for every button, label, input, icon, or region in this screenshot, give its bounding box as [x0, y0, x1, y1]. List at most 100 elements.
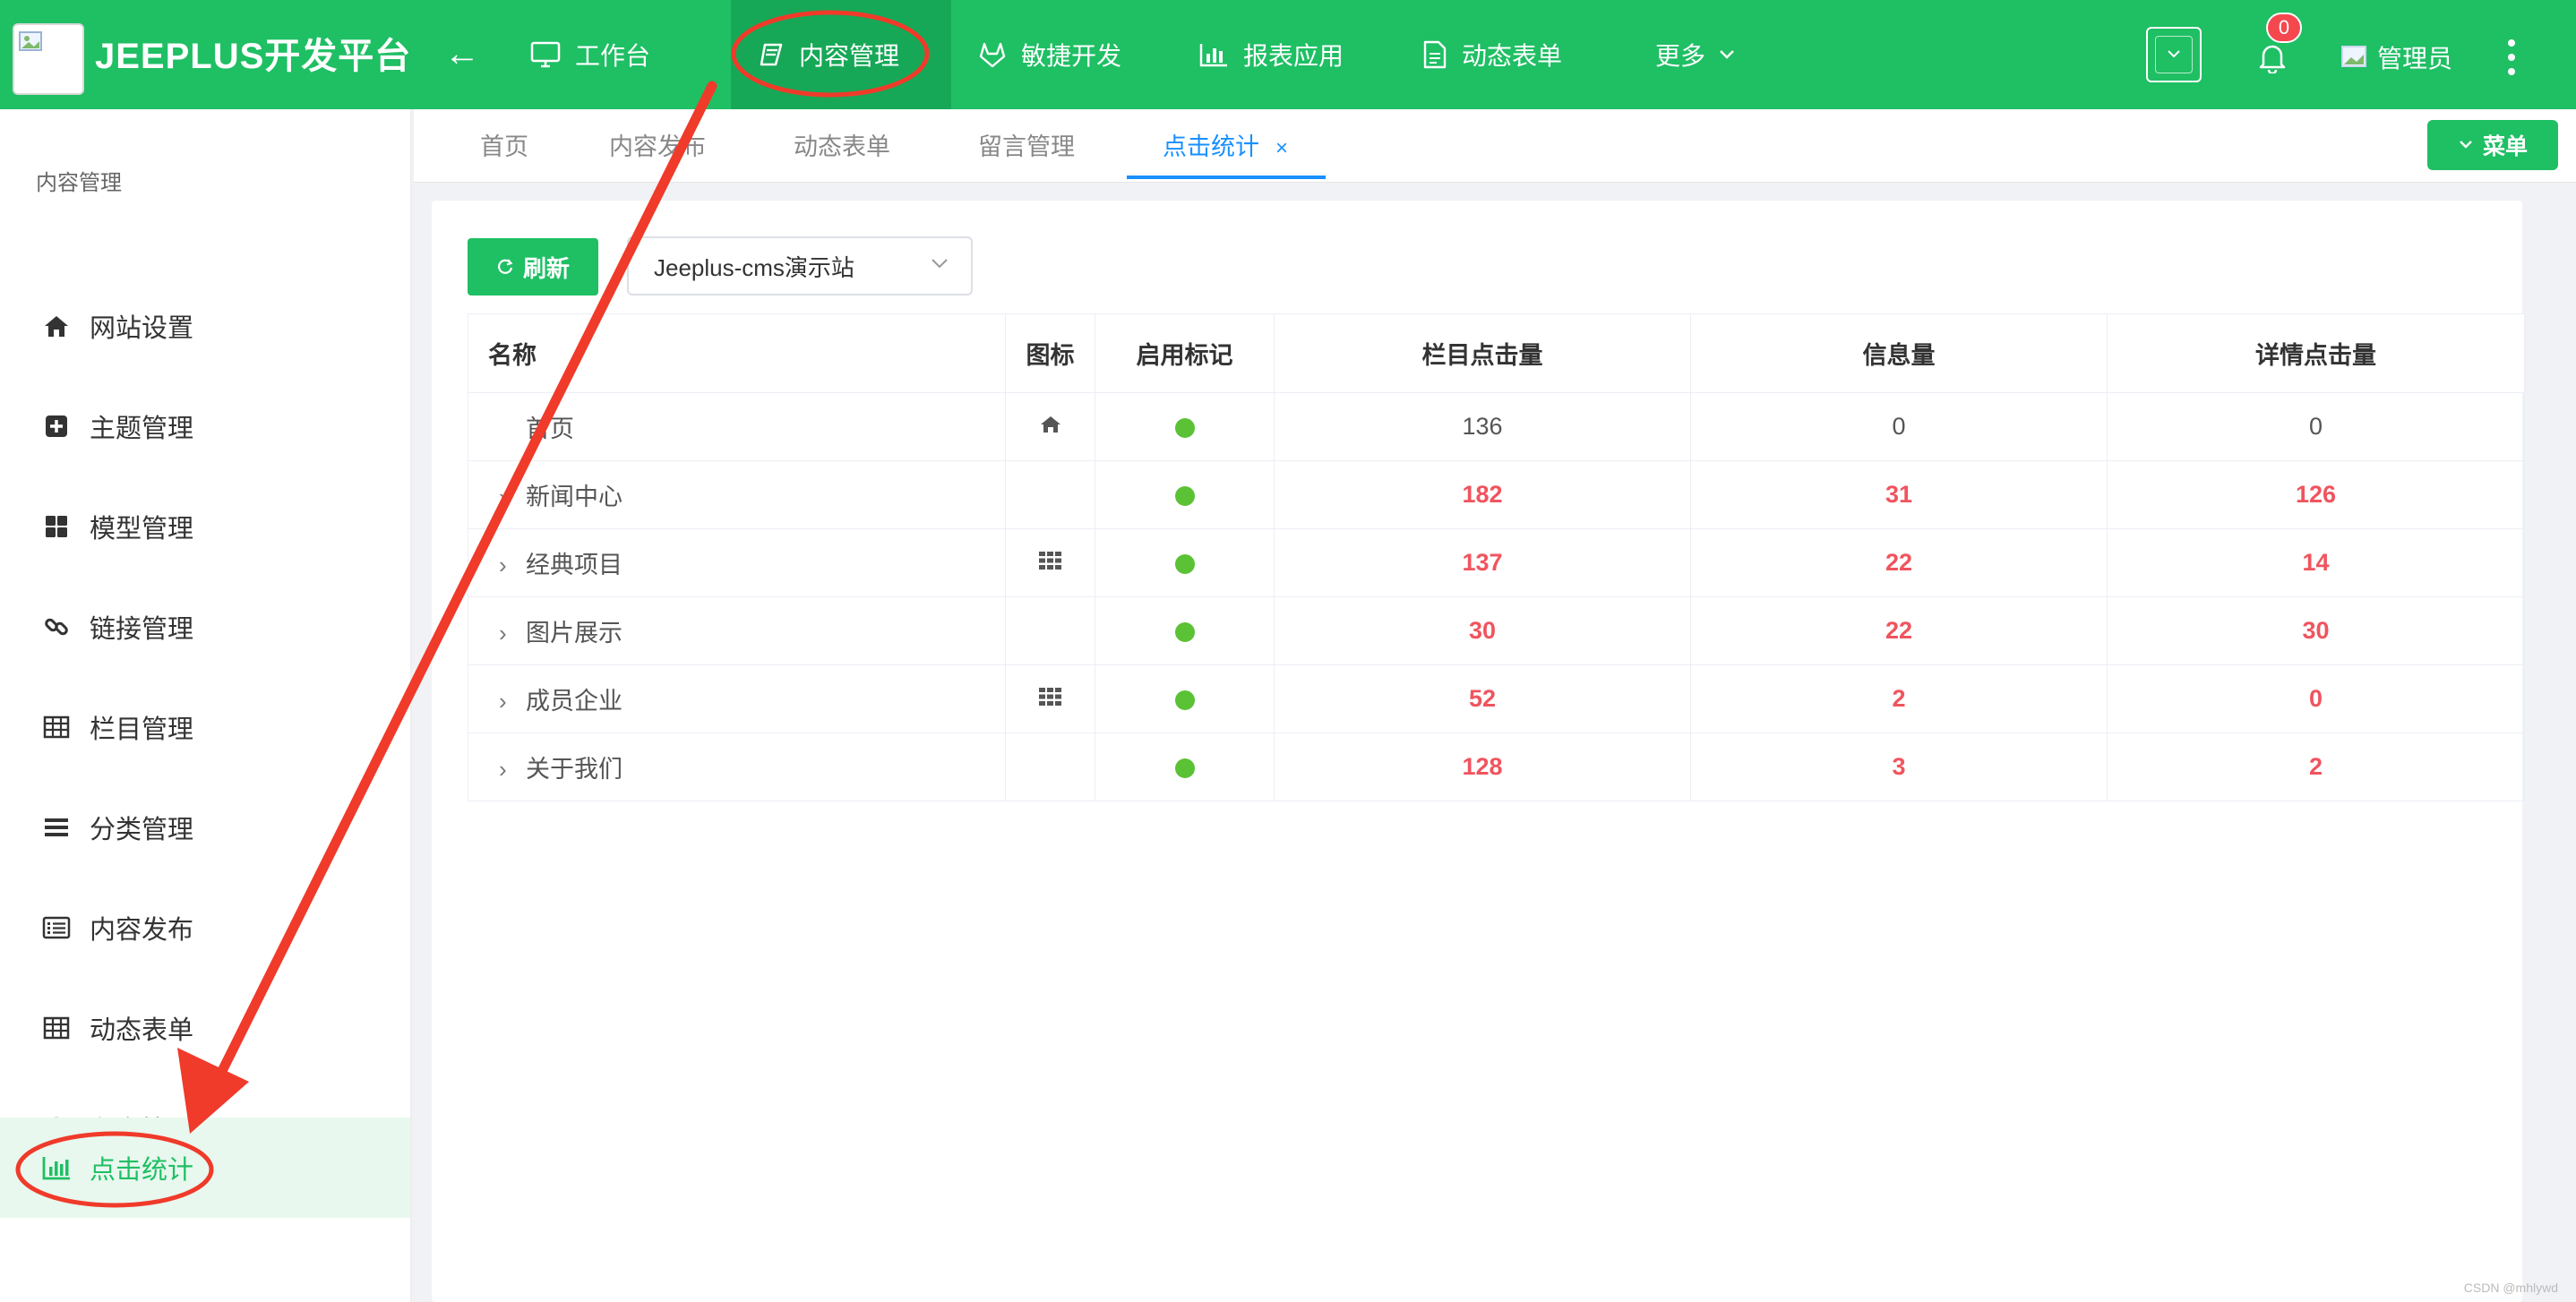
site-select-value: Jeeplus-cms演示站 — [654, 253, 854, 281]
chevron-right-icon[interactable]: › — [499, 756, 526, 784]
refresh-button[interactable]: 刷新 — [468, 238, 598, 296]
table-row[interactable]: › 经典项目 137 22 14 — [468, 528, 2525, 597]
monitor-icon — [530, 41, 561, 68]
sidebar-item-click-stats[interactable]: 点击统计 — [0, 1118, 410, 1218]
table-header-row: 名称 图标 启用标记 栏目点击量 信息量 详情点击量 — [468, 313, 2525, 393]
tab-click-stats[interactable]: 点击统计 × — [1163, 109, 1288, 183]
sidebar-item-category[interactable]: 分类管理 — [0, 777, 410, 878]
sidebar-item-theme[interactable]: 主题管理 — [0, 376, 410, 476]
nav-content-management[interactable]: 内容管理 — [731, 0, 951, 109]
sidebar-item-label: 栏目管理 — [90, 715, 194, 744]
home-icon — [1040, 416, 1060, 433]
tab-label: 首页 — [480, 133, 528, 160]
enabled-indicator — [1174, 758, 1195, 778]
tabs-bar: 首页 内容发布 动态表单 留言管理 点击统计 × — [414, 109, 2576, 183]
sidebar-item-label: 网站设置 — [90, 314, 194, 343]
detail-clicks: 14 — [2302, 549, 2330, 576]
tab-label: 点击统计 — [1163, 133, 1259, 160]
menu-button[interactable]: 菜单 — [2427, 120, 2558, 170]
tab-message-management[interactable]: 留言管理 — [978, 109, 1075, 183]
row-name: 成员企业 — [526, 688, 623, 715]
arrow-left-icon[interactable]: ← — [444, 32, 480, 75]
watermark: CSDN @mhlywd — [2463, 1281, 2558, 1295]
sidebar-item-label: 内容发布 — [90, 916, 194, 945]
row-name: 新闻中心 — [526, 484, 623, 510]
chevron-down-icon — [930, 256, 949, 270]
enabled-indicator — [1174, 553, 1195, 574]
detail-clicks: 2 — [2308, 753, 2323, 780]
info-count: 22 — [1885, 617, 1913, 644]
bell-icon[interactable] — [2257, 41, 2288, 78]
sidebar-item-label: 主题管理 — [90, 415, 194, 443]
column-clicks: 182 — [1462, 481, 1503, 508]
stats-table: 名称 图标 启用标记 栏目点击量 信息量 详情点击量 首页 136 0 0 › 新… — [468, 313, 2525, 801]
plus-square-icon — [41, 411, 72, 441]
info-count: 22 — [1885, 549, 1913, 576]
column-header-info-count: 信息量 — [1690, 313, 2108, 393]
sidebar-item-label: 模型管理 — [90, 515, 194, 544]
table-icon — [41, 1013, 72, 1043]
detail-clicks: 0 — [2308, 413, 2323, 440]
nav-label: 工作台 — [575, 42, 651, 70]
column-clicks: 30 — [1468, 617, 1497, 644]
tab-label: 内容发布 — [609, 133, 706, 160]
column-header-detail-clicks: 详情点击量 — [2107, 313, 2525, 393]
nav-dynamic-form[interactable]: 动态表单 — [1422, 0, 1562, 109]
sidebar-item-dynamic-form[interactable]: 动态表单 — [0, 978, 410, 1078]
chevron-right-icon[interactable]: › — [499, 484, 526, 511]
sidebar-item-column[interactable]: 栏目管理 — [0, 677, 410, 777]
enabled-indicator — [1174, 621, 1195, 642]
row-name: 关于我们 — [526, 756, 623, 783]
brand-title: JEEPLUS开发平台 — [95, 37, 412, 76]
row-name: 图片展示 — [526, 620, 623, 647]
detail-clicks: 30 — [2302, 617, 2330, 644]
sidebar-item-content-publish[interactable]: 内容发布 — [0, 878, 410, 978]
sidebar-item-link[interactable]: 链接管理 — [0, 577, 410, 677]
tab-home[interactable]: 首页 — [480, 109, 528, 183]
chevron-right-icon[interactable]: › — [499, 620, 526, 647]
nav-label: 敏捷开发 — [1021, 42, 1122, 70]
sidebar-item-site-settings[interactable]: 网站设置 — [0, 276, 410, 376]
nav-report-app[interactable]: 报表应用 — [1198, 0, 1344, 109]
tab-label: 动态表单 — [794, 133, 890, 160]
top-navbar: JEEPLUS开发平台 ← 工作台 内容管理 敏捷开发 报表应用 动态表单 更多 — [0, 0, 2576, 109]
chevron-right-icon[interactable]: › — [499, 688, 526, 715]
sidebar: 内容管理 网站设置 主题管理 模型管理 链接管理 栏目管理 分类管理 内容发布 … — [0, 109, 412, 1302]
document-icon — [1422, 40, 1447, 69]
table-row[interactable]: › 成员企业 52 2 0 — [468, 664, 2525, 733]
nav-workbench[interactable]: 工作台 — [530, 0, 650, 109]
tab-dynamic-form[interactable]: 动态表单 — [794, 109, 890, 183]
nav-more[interactable]: 更多 — [1655, 0, 1736, 109]
chevron-down-icon — [1718, 48, 1736, 61]
table-row[interactable]: › 图片展示 30 22 30 — [468, 596, 2525, 665]
column-header-name: 名称 — [468, 313, 1006, 393]
table-row[interactable]: › 新闻中心 182 31 126 — [468, 460, 2525, 529]
more-vertical-icon[interactable] — [2503, 39, 2520, 75]
list-icon — [41, 812, 72, 843]
detail-clicks: 0 — [2308, 685, 2323, 712]
book-icon — [758, 41, 785, 68]
table-icon — [41, 712, 72, 742]
fullscreen-toggle-button[interactable] — [2146, 27, 2202, 82]
column-clicks: 128 — [1462, 753, 1503, 780]
close-icon[interactable]: × — [1275, 136, 1288, 160]
site-select[interactable]: Jeeplus-cms演示站 — [627, 236, 973, 296]
nav-agile-dev[interactable]: 敏捷开发 — [978, 0, 1121, 109]
th-icon — [1038, 552, 1061, 570]
sidebar-item-model[interactable]: 模型管理 — [0, 476, 410, 577]
table-row[interactable]: › 关于我们 128 3 2 — [468, 732, 2525, 801]
chevron-down-icon — [2168, 50, 2180, 58]
sidebar-item-label: 动态表单 — [90, 1016, 194, 1045]
chevron-right-icon[interactable]: › — [499, 552, 526, 579]
user-name: 管理员 — [2377, 45, 2453, 73]
tab-content-publish[interactable]: 内容发布 — [609, 109, 706, 183]
logo-image — [13, 23, 84, 95]
nav-label: 动态表单 — [1462, 42, 1563, 70]
table-row[interactable]: 首页 136 0 0 — [468, 392, 2525, 461]
sidebar-item-label: 分类管理 — [90, 816, 194, 844]
info-count: 3 — [1892, 753, 1906, 780]
nav-label: 内容管理 — [799, 42, 900, 70]
info-count: 31 — [1885, 481, 1913, 508]
user-menu[interactable]: 管理员 — [2341, 39, 2452, 75]
row-name: 经典项目 — [526, 552, 623, 578]
